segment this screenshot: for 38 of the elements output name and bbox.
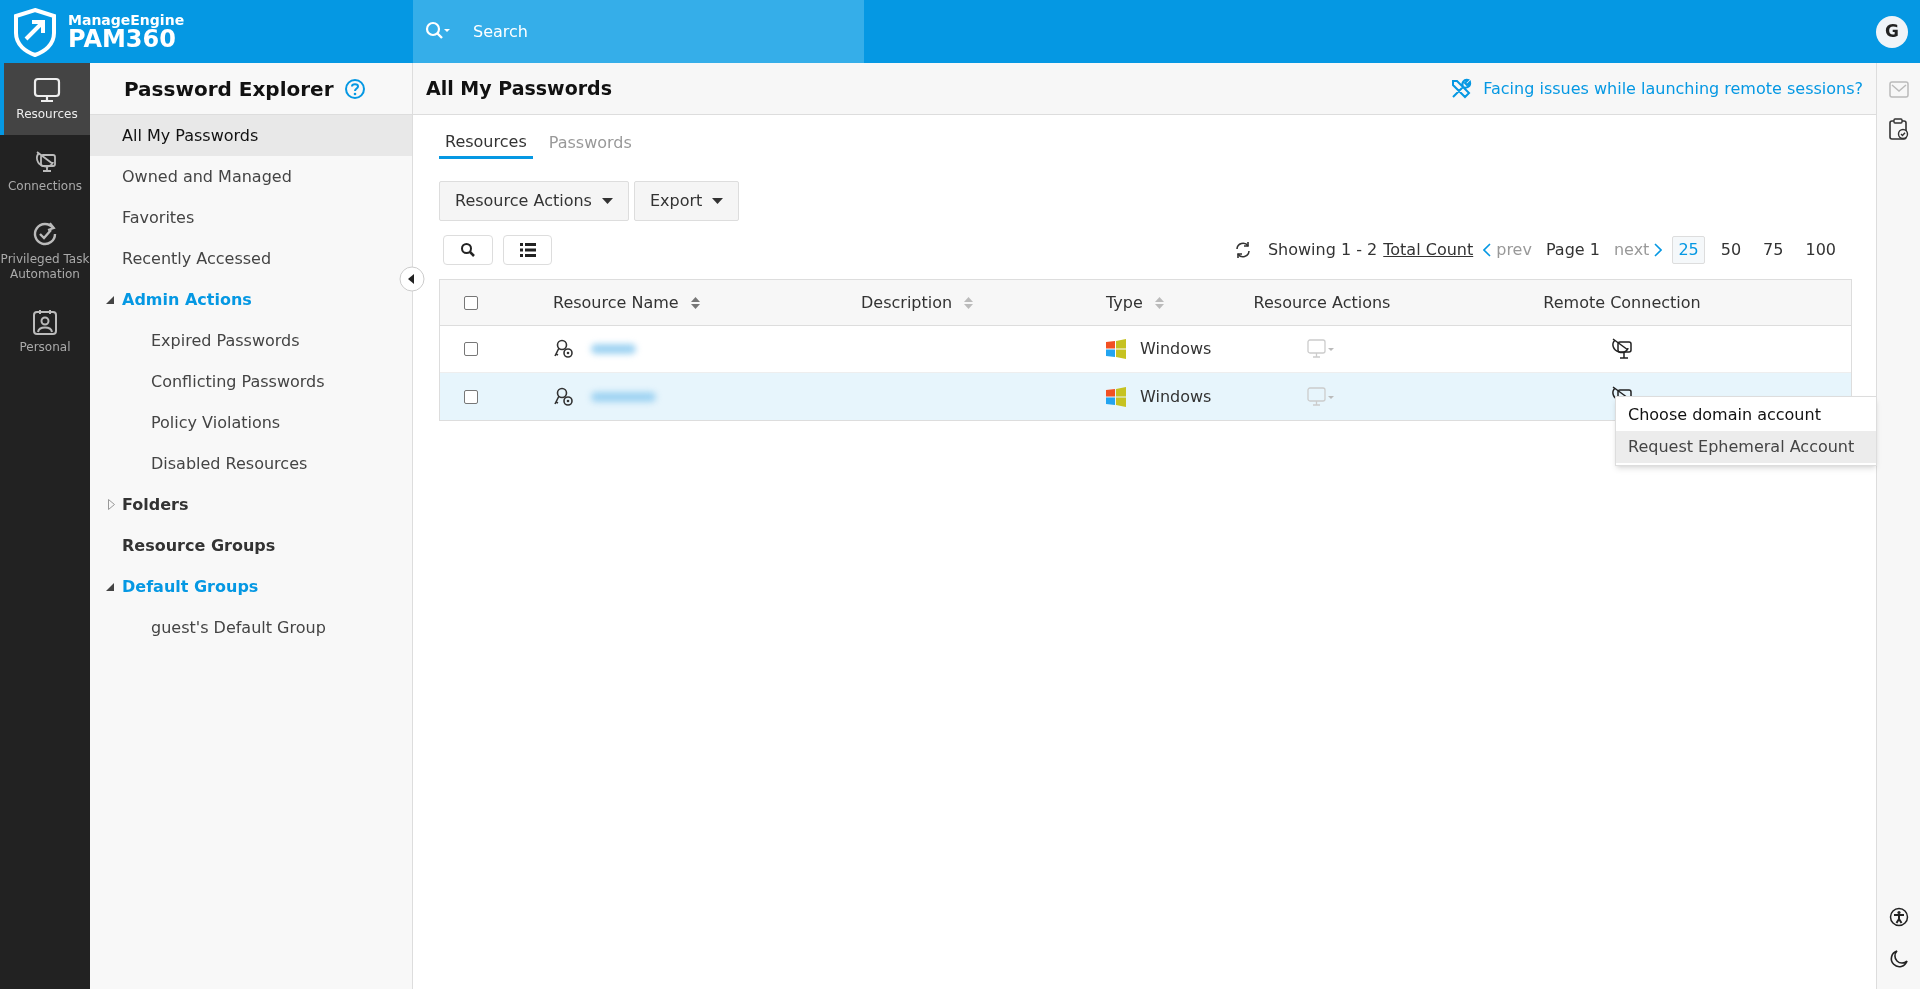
showing-count: Showing 1 - 2 — [1267, 239, 1378, 261]
column-header[interactable]: Type — [1106, 290, 1164, 315]
table-cell-text: Windows — [1140, 338, 1212, 360]
rail-item[interactable]: Personal — [0, 295, 90, 367]
menu-item[interactable]: Request Ephemeral Account — [1616, 431, 1876, 463]
page-number: Page 1 — [1545, 239, 1600, 261]
tab[interactable]: Resources — [439, 127, 533, 159]
sidebar-item[interactable]: Owned and Managed — [90, 156, 412, 197]
brand-company: ManageEngine — [68, 12, 185, 27]
column-header[interactable]: Description — [861, 290, 974, 315]
sidebar-item[interactable]: All My Passwords — [90, 115, 412, 156]
sidebar-item[interactable]: Folders — [90, 484, 412, 525]
sidebar-item[interactable]: Resource Groups — [90, 525, 412, 566]
dropdown-button[interactable]: Resource Actions — [439, 181, 629, 221]
user-avatar[interactable]: G — [1876, 15, 1908, 48]
sidebar-item[interactable]: guest's Default Group — [90, 607, 412, 648]
sidebar-item[interactable]: Recently Accessed — [90, 238, 412, 279]
search-field[interactable]: Search — [413, 0, 864, 63]
total-count-link[interactable]: Total Count — [1383, 238, 1474, 262]
sidebar-item[interactable]: Policy Violations — [90, 402, 412, 443]
page-size-option[interactable]: 100 — [1799, 236, 1842, 264]
sidebar-item[interactable]: Conflicting Passwords — [90, 361, 412, 402]
sidebar-item[interactable]: Favorites — [90, 197, 412, 238]
rail-item[interactable]: Connections — [0, 135, 90, 207]
page-size-option[interactable]: 50 — [1714, 236, 1748, 264]
page-size-option[interactable]: 75 — [1757, 236, 1790, 264]
rail-item[interactable]: Resources — [0, 63, 90, 135]
sidebar-item[interactable]: Expired Passwords — [90, 320, 412, 361]
column-header[interactable]: Resource Actions — [1253, 290, 1391, 315]
sidebar-title: Password Explorer — [124, 75, 334, 103]
sidebar-item[interactable]: Disabled Resources — [90, 443, 412, 484]
page-title: All My Passwords — [426, 76, 612, 102]
dropdown-button[interactable]: Export — [633, 181, 740, 221]
brand-product: PAM360 — [68, 26, 176, 51]
rail-item[interactable]: Privileged Task Automation — [0, 207, 90, 295]
table-cell-text: Windows — [1140, 385, 1212, 408]
column-header[interactable]: Remote Connection — [1543, 290, 1701, 315]
column-header[interactable]: Resource Name — [553, 290, 700, 315]
